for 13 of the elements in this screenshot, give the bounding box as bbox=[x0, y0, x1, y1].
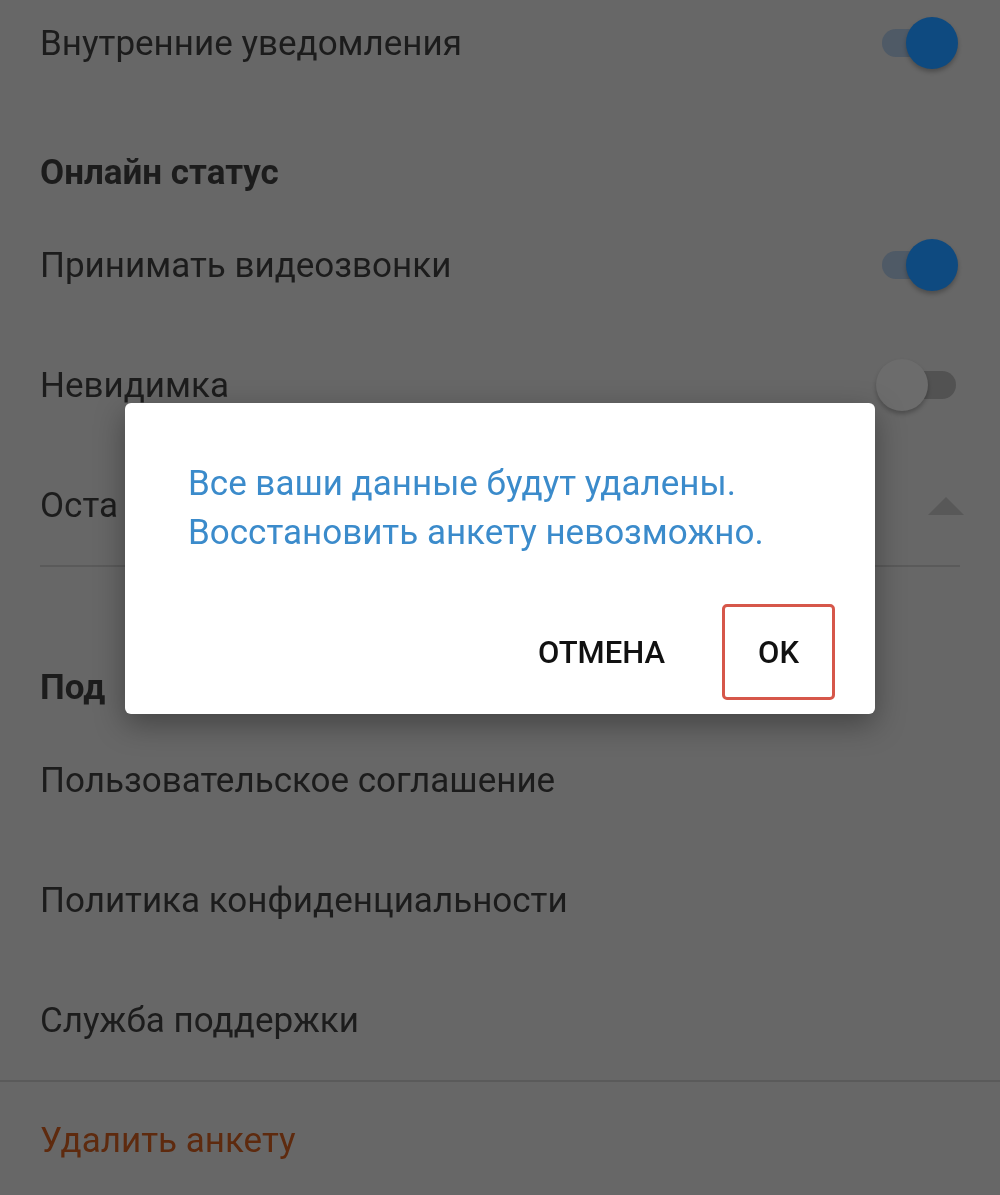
setting-label[interactable]: Служба поддержки bbox=[40, 999, 359, 1041]
ok-button[interactable]: OK bbox=[722, 604, 835, 700]
dialog-message: Все ваши данные будут удалены. Восстановить анкету невозможно. bbox=[188, 462, 765, 555]
delete-link[interactable]: Удалить анкету bbox=[40, 1120, 296, 1161]
setting-label[interactable]: Политика конфиденциальности bbox=[40, 879, 568, 921]
setting-label: Невидимка bbox=[40, 364, 229, 406]
section-header: Онлайн статус bbox=[40, 152, 279, 193]
cancel-button[interactable]: ОТМЕНА bbox=[535, 604, 669, 700]
section-header: Под bbox=[40, 667, 106, 708]
setting-label: Принимать видеозвонки bbox=[40, 244, 452, 286]
setting-label[interactable]: Пользовательское соглашение bbox=[40, 759, 556, 801]
setting-label: Оста bbox=[40, 484, 118, 526]
setting-label: Внутренние уведомления bbox=[40, 22, 462, 64]
